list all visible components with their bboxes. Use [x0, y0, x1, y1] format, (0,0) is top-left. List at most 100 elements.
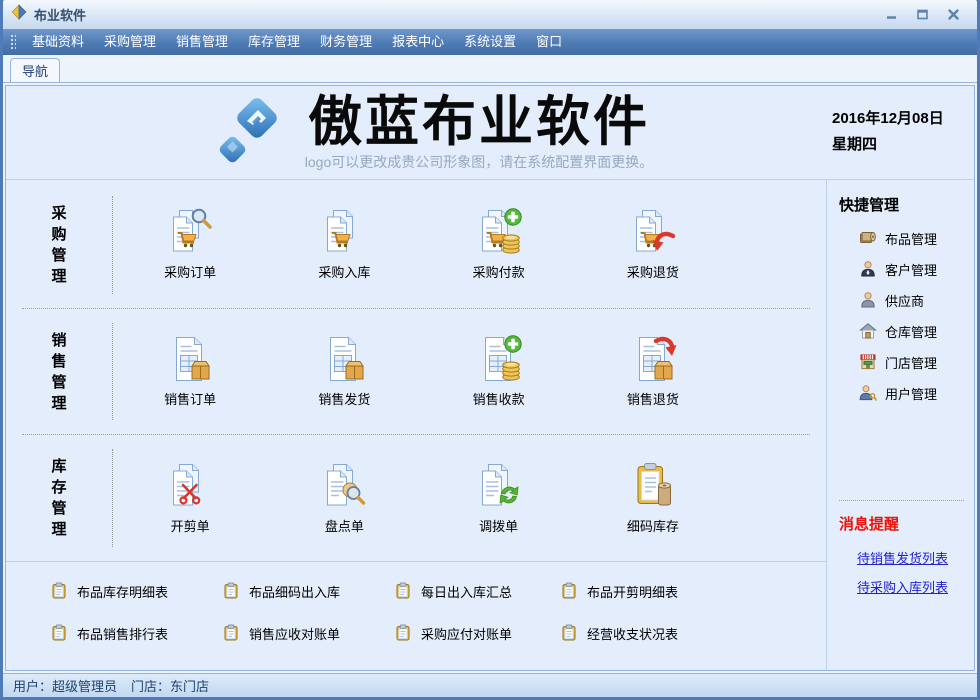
menu-item[interactable]: 销售管理 [166, 29, 238, 55]
purchase-return-icon [629, 208, 677, 256]
report-icon [50, 624, 68, 642]
section-label: 销售管理 [6, 330, 112, 414]
shortcut-purchase-order[interactable]: 采购订单 [113, 208, 267, 281]
app-logo-icon [215, 95, 289, 170]
app-window: 布业软件 基础资料采购管理销售管理库存管理财务管理报表中心系统设置窗口 导航 [0, 0, 980, 700]
report-label: 布品开剪明细表 [587, 582, 678, 601]
menu-item[interactable]: 基础资料 [22, 29, 94, 55]
shortcut-transfer[interactable]: 调拨单 [422, 462, 576, 535]
report-icon [560, 582, 578, 600]
sections: 采购管理采购订单采购入库采购付款采购退货销售管理销售订单销售发货销售收款销售退货… [6, 180, 826, 561]
shortcut-purchase-in[interactable]: 采购入库 [267, 208, 421, 281]
shortcut-label: 销售退货 [627, 389, 679, 408]
purchase-pay-icon [475, 208, 523, 256]
menu-item[interactable]: 采购管理 [94, 29, 166, 55]
shortcut-label: 采购付款 [473, 262, 525, 281]
report-icon [394, 624, 412, 642]
message-alert-title: 消息提醒 [839, 513, 966, 534]
maximize-button[interactable] [915, 8, 930, 21]
minimize-button[interactable] [884, 8, 899, 21]
menu-item[interactable]: 财务管理 [310, 29, 382, 55]
purchase-order-icon [166, 208, 214, 256]
content-panel: 傲蓝布业软件 logo可以更改成贵公司形象图，请在系统配置界面更换。 2016年… [5, 85, 975, 671]
shortcut-purchase-return[interactable]: 采购退货 [576, 208, 730, 281]
report-icon [222, 582, 240, 600]
shortcut-label: 采购入库 [318, 262, 370, 281]
report-link[interactable]: 布品销售排行表 [50, 618, 222, 648]
report-label: 布品销售排行表 [77, 624, 168, 643]
sidebar-item-store[interactable]: 门店管理 [859, 351, 966, 373]
statusbar: 用户：超级管理员 门店：东门店 [3, 673, 977, 697]
shortcut-sales-return[interactable]: 销售退货 [576, 335, 730, 408]
status-user: 用户：超级管理员 [13, 676, 117, 695]
shortcut-grid: 采购订单采购入库 采购付款 采购退货 [113, 208, 826, 281]
section-label: 库存管理 [6, 456, 112, 540]
message-link[interactable]: 待采购入库列表 [857, 577, 966, 596]
report-link[interactable]: 经营收支状况表 [560, 618, 826, 648]
sidebar-divider [839, 500, 964, 501]
shortcut-label: 销售收款 [473, 389, 525, 408]
store-icon [859, 353, 877, 371]
report-label: 布品细码出入库 [249, 582, 340, 601]
tabstrip: 导航 [3, 55, 977, 83]
fabric-icon [859, 229, 877, 247]
shortcut-cut-note[interactable]: 开剪单 [113, 462, 267, 535]
report-link[interactable]: 布品细码出入库 [222, 576, 394, 606]
report-link[interactable]: 布品库存明细表 [50, 576, 222, 606]
shortcut-sku-stock[interactable]: 细码库存 [576, 462, 730, 535]
app-title: 傲蓝布业软件 [308, 94, 650, 150]
shortcut-stocktake[interactable]: 盘点单 [267, 462, 421, 535]
sidebar-item-warehouse[interactable]: 仓库管理 [859, 320, 966, 342]
status-store: 门店：东门店 [131, 676, 209, 695]
report-label: 销售应收对账单 [249, 624, 340, 643]
warehouse-icon [859, 322, 877, 340]
report-link[interactable]: 布品开剪明细表 [560, 576, 826, 606]
date-display: 2016年12月08日 星期四 [822, 86, 974, 179]
report-label: 经营收支状况表 [587, 624, 678, 643]
sidebar-item-label: 用户管理 [885, 384, 937, 403]
sidebar: 快捷管理 布品管理客户管理供应商仓库管理门店管理用户管理 消息提醒 待销售发货列… [826, 180, 974, 670]
message-link[interactable]: 待销售发货列表 [857, 548, 966, 567]
section-inventory: 库存管理开剪单盘点单调拨单细码库存 [6, 435, 826, 561]
section-sales: 销售管理销售订单 销售发货 销售收款 销售退货 [6, 309, 826, 435]
report-link[interactable]: 每日出入库汇总 [394, 576, 560, 606]
sidebar-item-label: 仓库管理 [885, 322, 937, 341]
report-icon [560, 624, 578, 642]
shortcut-label: 采购退货 [627, 262, 679, 281]
window-title: 布业软件 [34, 5, 86, 24]
shortcut-purchase-pay[interactable]: 采购付款 [422, 208, 576, 281]
workspace: 导航 [3, 55, 977, 697]
sidebar-item-supplier[interactable]: 供应商 [859, 289, 966, 311]
menubar-grip-icon [10, 34, 16, 50]
purchase-in-icon [320, 208, 368, 256]
shortcut-label: 销售发货 [318, 389, 370, 408]
menu-item[interactable]: 窗口 [526, 29, 572, 55]
sidebar-item-customer[interactable]: 客户管理 [859, 258, 966, 280]
cut-note-icon [166, 462, 214, 510]
shortcut-label: 销售订单 [164, 389, 216, 408]
logo-block: 傲蓝布业软件 logo可以更改成贵公司形象图，请在系统配置界面更换。 [6, 86, 822, 179]
report-icon [50, 582, 68, 600]
close-button[interactable] [946, 8, 961, 21]
main-area: 采购管理采购订单采购入库采购付款采购退货销售管理销售订单销售发货销售收款销售退货… [6, 180, 826, 670]
report-label: 布品库存明细表 [77, 582, 168, 601]
menu-item[interactable]: 库存管理 [238, 29, 310, 55]
menu-item[interactable]: 报表中心 [382, 29, 454, 55]
report-link[interactable]: 采购应付对账单 [394, 618, 560, 648]
menu-item[interactable]: 系统设置 [454, 29, 526, 55]
sidebar-item-fabric[interactable]: 布品管理 [859, 227, 966, 249]
date-text: 2016年12月08日 [832, 106, 974, 132]
report-link[interactable]: 销售应收对账单 [222, 618, 394, 648]
shortcut-sales-order[interactable]: 销售订单 [113, 335, 267, 408]
tab-navigation[interactable]: 导航 [10, 58, 60, 82]
shortcut-sales-ship[interactable]: 销售发货 [267, 335, 421, 408]
app-icon [11, 4, 27, 25]
sku-stock-icon [629, 462, 677, 510]
section-purchase: 采购管理采购订单采购入库采购付款采购退货 [6, 182, 826, 308]
report-label: 每日出入库汇总 [421, 582, 512, 601]
quick-manage-list: 布品管理客户管理供应商仓库管理门店管理用户管理 [859, 227, 966, 404]
customer-icon [859, 260, 877, 278]
shortcut-sales-receipt[interactable]: 销售收款 [422, 335, 576, 408]
sidebar-item-user[interactable]: 用户管理 [859, 382, 966, 404]
supplier-icon [859, 291, 877, 309]
